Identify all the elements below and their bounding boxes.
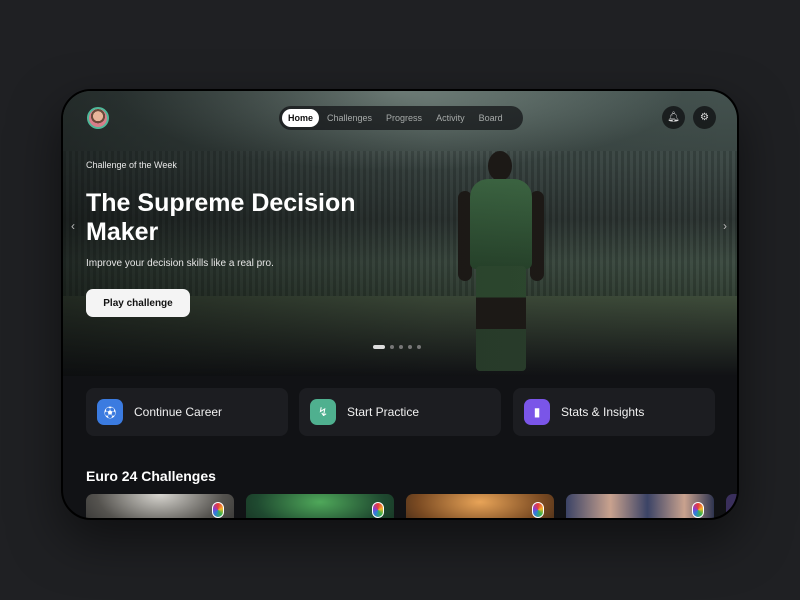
start-practice-button[interactable]: ↯ Start Practice: [299, 388, 501, 436]
card-label: Continue Career: [134, 405, 223, 419]
hero-title: The Supreme Decision Maker: [86, 189, 356, 246]
challenge-card[interactable]: [726, 494, 737, 518]
card-label: Start Practice: [347, 405, 420, 419]
challenge-card[interactable]: [86, 494, 234, 518]
tab-challenges[interactable]: Challenges: [321, 109, 378, 127]
carousel-dot[interactable]: [373, 345, 385, 349]
continue-career-button[interactable]: ⚽︎ Continue Career: [86, 388, 288, 436]
gear-icon[interactable]: ⚙︎: [693, 106, 716, 129]
chevron-right-icon[interactable]: ›: [723, 219, 727, 233]
bell-icon[interactable]: 🔔︎: [662, 106, 685, 129]
card-label: Stats & Insights: [561, 405, 645, 419]
euro-logo-icon: [212, 502, 224, 518]
euro-logo-icon: [692, 502, 704, 518]
tab-activity[interactable]: Activity: [430, 109, 471, 127]
avatar[interactable]: [87, 107, 109, 129]
euro-logo-icon: [372, 502, 384, 518]
carousel-dot[interactable]: [408, 345, 412, 349]
chart-icon: ▮: [524, 399, 550, 425]
challenge-card[interactable]: [246, 494, 394, 518]
section-title: Euro 24 Challenges: [86, 468, 216, 484]
carousel-dot[interactable]: [399, 345, 403, 349]
carousel-dots: [373, 345, 421, 349]
carousel-dot[interactable]: [390, 345, 394, 349]
carousel-dot[interactable]: [417, 345, 421, 349]
challenge-card[interactable]: [406, 494, 554, 518]
chevron-left-icon[interactable]: ‹: [71, 219, 75, 233]
nav-tabs: Home Challenges Progress Activity Board: [279, 106, 523, 130]
challenge-card[interactable]: [566, 494, 714, 518]
euro-logo-icon: [532, 502, 544, 518]
route-icon: ↯: [310, 399, 336, 425]
hero-subtitle: Improve your decision skills like a real…: [86, 258, 274, 269]
stats-insights-button[interactable]: ▮ Stats & Insights: [513, 388, 715, 436]
soccer-ball-icon: ⚽︎: [97, 399, 123, 425]
tab-progress[interactable]: Progress: [380, 109, 428, 127]
play-challenge-button[interactable]: Play challenge: [86, 289, 190, 317]
hero-eyebrow: Challenge of the Week: [86, 160, 177, 170]
tab-home[interactable]: Home: [282, 109, 320, 127]
tab-board[interactable]: Board: [473, 109, 509, 127]
app-window: Home Challenges Progress Activity Board …: [61, 89, 739, 520]
